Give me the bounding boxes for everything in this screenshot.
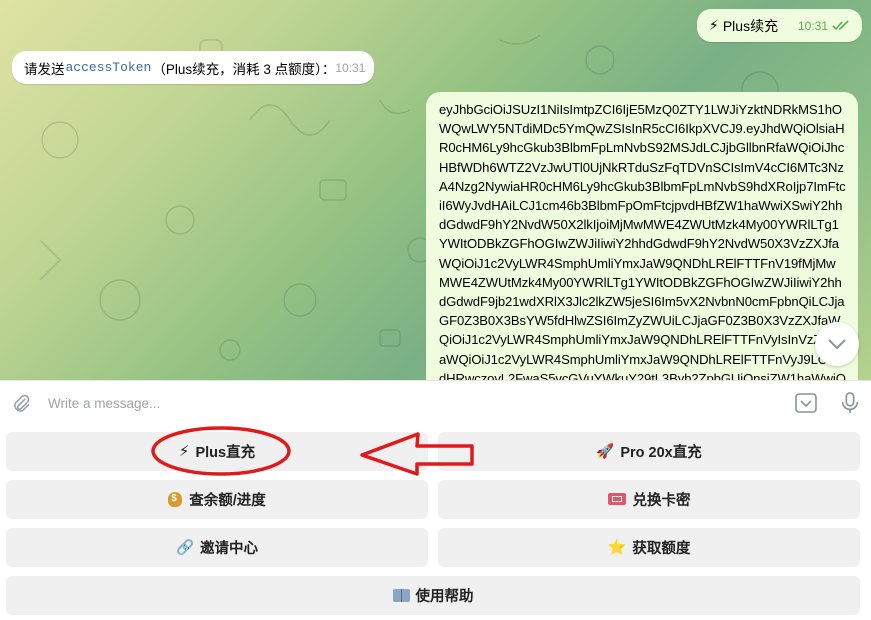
outgoing-message-plus[interactable]: ⚡ Plus续充 10:31 xyxy=(697,9,862,42)
prompt-suffix: （Plus续充，消耗 3 点额度）： xyxy=(152,61,336,77)
button-label: Pro 20x直充 xyxy=(620,444,702,461)
message-time: 10:31 xyxy=(335,60,366,75)
button-label: Plus直充 xyxy=(195,444,256,461)
message-input[interactable] xyxy=(48,391,768,415)
bot-reply-keyboard: ⚡ Plus直充 🚀 Pro 20x直充 查余额/进度 兑换卡密 🔗 邀请中心 … xyxy=(0,426,871,620)
message-time: 10:31 xyxy=(798,19,850,33)
button-label: 查余额/进度 xyxy=(189,492,266,509)
ticket-icon xyxy=(607,493,626,505)
button-label: 使用帮助 xyxy=(415,588,474,605)
pro-recharge-button[interactable]: 🚀 Pro 20x直充 xyxy=(438,432,860,470)
token-text: eyJhbGciOiJSUzI1NiIsImtpZCI6IjE5MzQ0ZTY1… xyxy=(439,102,846,380)
star-icon: ⭐ xyxy=(607,539,627,556)
get-quota-button[interactable]: ⭐ 获取额度 xyxy=(438,528,860,566)
button-label: 获取额度 xyxy=(632,540,691,557)
lightning-icon: ⚡ xyxy=(178,443,190,460)
outgoing-message-token[interactable]: eyJhbGciOiJSUzI1NiIsImtpZCI6IjE5MzQ0ZTY1… xyxy=(426,92,858,380)
chevron-down-icon xyxy=(828,339,846,350)
button-label: 兑换卡密 xyxy=(632,492,691,509)
message-composer xyxy=(0,380,871,426)
message-text: Plus续充 xyxy=(722,17,779,34)
prompt-prefix: 请发送 xyxy=(24,61,65,77)
chat-area: ⚡ Plus续充 10:31 请发送 accessToken （Plus续充，消… xyxy=(0,0,871,380)
plus-recharge-button[interactable]: ⚡ Plus直充 xyxy=(6,432,428,470)
microphone-icon[interactable] xyxy=(839,391,861,415)
lightning-icon: ⚡ xyxy=(709,17,719,33)
help-button[interactable]: 使用帮助 xyxy=(6,576,860,614)
bot-keyboard-toggle-icon[interactable] xyxy=(794,391,818,415)
button-label: 邀请中心 xyxy=(200,540,259,557)
prompt-code: accessToken xyxy=(65,60,152,75)
link-icon: 🔗 xyxy=(175,539,195,556)
rocket-icon: 🚀 xyxy=(596,443,615,460)
double-check-icon xyxy=(832,20,849,31)
money-bag-icon xyxy=(168,491,183,507)
book-icon xyxy=(392,588,410,602)
redeem-code-button[interactable]: 兑换卡密 xyxy=(438,480,860,518)
scroll-down-button[interactable] xyxy=(815,322,859,366)
paperclip-icon[interactable] xyxy=(10,393,32,415)
check-balance-button[interactable]: 查余额/进度 xyxy=(6,480,428,518)
invite-center-button[interactable]: 🔗 邀请中心 xyxy=(6,528,428,566)
bot-message-prompt[interactable]: 请发送 accessToken （Plus续充，消耗 3 点额度）： 10:31 xyxy=(12,51,374,84)
